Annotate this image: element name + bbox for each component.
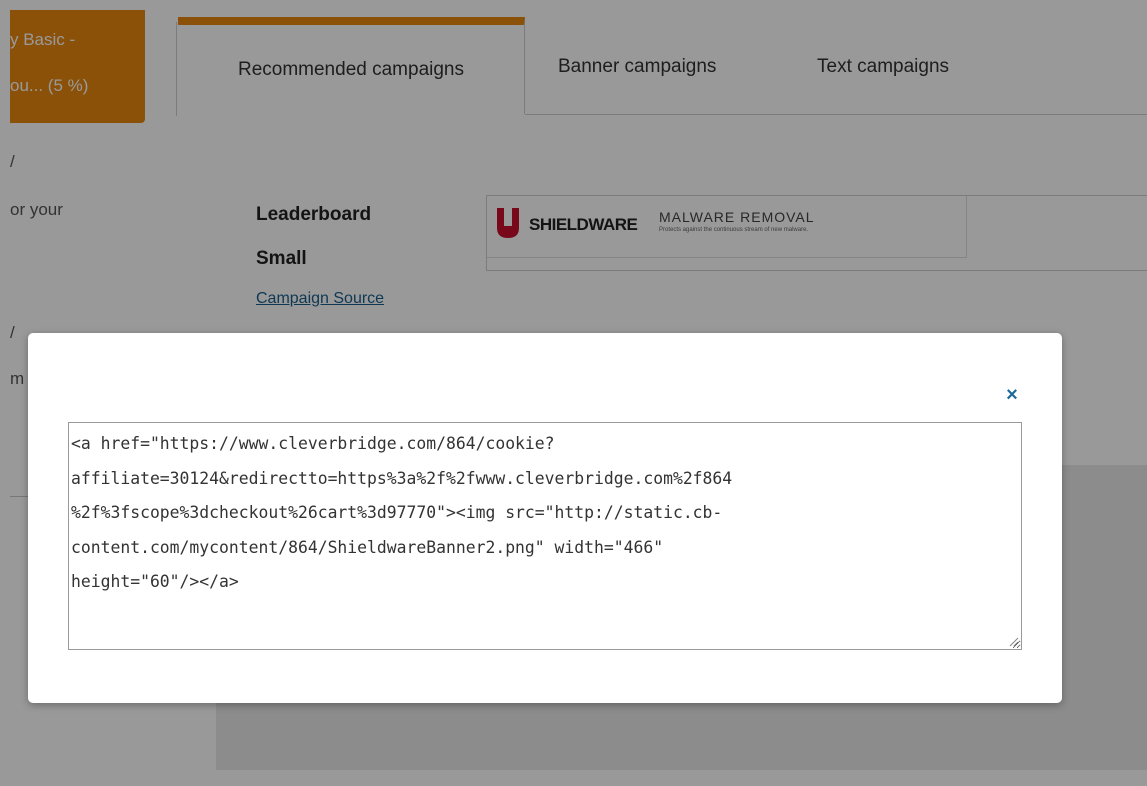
page: y Basic - ou... (5 %) Recommended campai… — [0, 0, 1147, 786]
code-line: content.com/mycontent/864/ShieldwareBann… — [71, 537, 664, 557]
close-icon[interactable]: × — [1002, 385, 1022, 405]
embed-code-textarea[interactable]: <a href="https://www.cleverbridge.com/86… — [68, 422, 1022, 650]
code-line: affiliate=30124&redirectto=https%3a%2f%2… — [71, 468, 733, 488]
code-line: height="60"/></a> — [71, 572, 239, 591]
resize-handle-icon[interactable] — [1009, 637, 1019, 647]
code-line: <a href="https://www.cleverbridge.com/86… — [71, 434, 555, 453]
embed-code-modal: × <a href="https://www.cleverbridge.com/… — [28, 333, 1062, 703]
code-line: %2f%3fscope%3dcheckout%26cart%3d97770"><… — [71, 503, 723, 522]
